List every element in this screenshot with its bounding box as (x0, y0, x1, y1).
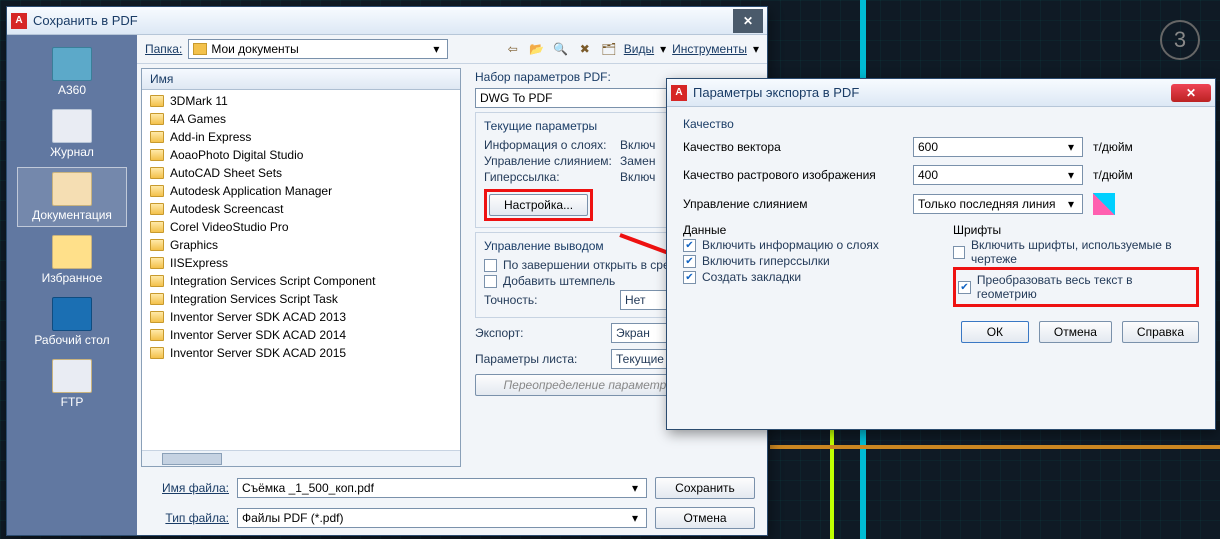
file-item[interactable]: Inventor Server SDK ACAD 2015 (142, 344, 460, 362)
include-fonts-checkbox[interactable]: Включить шрифты, используемые в чертеже (953, 237, 1199, 267)
file-item[interactable]: Integration Services Script Component (142, 272, 460, 290)
chevron-down-icon[interactable]: ▾ (660, 42, 666, 56)
dialog-title: Сохранить в PDF (33, 13, 733, 28)
up-folder-icon[interactable]: 📂 (528, 40, 546, 58)
file-item[interactable]: IISExpress (142, 254, 460, 272)
cancel-button[interactable]: Отмена (655, 507, 755, 529)
file-item[interactable]: Inventor Server SDK ACAD 2013 (142, 308, 460, 326)
app-logo-icon: A (671, 85, 687, 101)
place-documents[interactable]: Документация (17, 167, 127, 227)
raster-quality-label: Качество растрового изображения (683, 168, 903, 182)
checkbox-icon[interactable] (484, 259, 497, 272)
new-folder-icon[interactable]: 🗂 (600, 40, 618, 58)
filename-input[interactable]: Съёмка _1_500_коп.pdf▾ (237, 478, 647, 498)
file-item[interactable]: Integration Services Script Task (142, 290, 460, 308)
dialog-title: Параметры экспорта в PDF (693, 85, 1171, 100)
unit-label: т/дюйм (1093, 140, 1153, 154)
vector-quality-label: Качество вектора (683, 140, 903, 154)
folder-icon (150, 311, 164, 323)
folder-icon (150, 203, 164, 215)
highlight-convert-text: ✔Преобразовать весь текст в геометрию (953, 267, 1199, 307)
file-item[interactable]: 4A Games (142, 110, 460, 128)
file-item[interactable]: Inventor Server SDK ACAD 2014 (142, 326, 460, 344)
folder-icon (150, 275, 164, 287)
file-item[interactable]: 3DMark 11 (142, 92, 460, 110)
places-bar: A360 Журнал Документация Избранное Рабоч… (7, 35, 137, 535)
pdf-settings-button[interactable]: Настройка... (489, 194, 588, 216)
include-hyperlinks-checkbox[interactable]: ✔Включить гиперссылки (683, 253, 929, 269)
folder-icon (150, 257, 164, 269)
folder-combo[interactable]: Мои документы▾ (188, 39, 448, 59)
titlebar[interactable]: A Параметры экспорта в PDF ✕ (667, 79, 1215, 107)
folder-icon (150, 131, 164, 143)
folder-icon (150, 293, 164, 305)
file-item[interactable]: Corel VideoStudio Pro (142, 218, 460, 236)
vector-quality-combo[interactable]: 600▾ (913, 137, 1083, 157)
pdf-export-params-dialog: A Параметры экспорта в PDF ✕ Качество Ка… (666, 78, 1216, 430)
merge-control-label: Управление слиянием (683, 197, 903, 211)
folder-icon (150, 221, 164, 233)
delete-icon[interactable]: ✖ (576, 40, 594, 58)
checkbox-icon[interactable] (484, 275, 497, 288)
folder-icon (150, 113, 164, 125)
folder-icon (150, 185, 164, 197)
highlight-settings: Настройка... (484, 189, 593, 221)
folder-icon (150, 167, 164, 179)
h-scrollbar[interactable] (142, 450, 460, 466)
chevron-down-icon[interactable]: ▾ (753, 42, 759, 56)
ok-button[interactable]: ОК (961, 321, 1029, 343)
file-item[interactable]: Add-in Express (142, 128, 460, 146)
app-logo-icon: A (11, 13, 27, 29)
folder-icon (150, 239, 164, 251)
save-button[interactable]: Сохранить (655, 477, 755, 499)
folder-icon (193, 43, 207, 55)
file-list[interactable]: Имя 3DMark 114A GamesAdd-in ExpressAoaoP… (141, 68, 461, 467)
unit-label: т/дюйм (1093, 168, 1153, 182)
folder-icon (150, 329, 164, 341)
file-item[interactable]: Graphics (142, 236, 460, 254)
file-item[interactable]: Autodesk Application Manager (142, 182, 460, 200)
back-icon[interactable]: ⇦ (504, 40, 522, 58)
column-header-name[interactable]: Имя (142, 69, 460, 90)
close-icon[interactable]: ✕ (733, 9, 763, 33)
create-bookmarks-checkbox[interactable]: ✔Создать закладки (683, 269, 929, 285)
quality-group-label: Качество (683, 117, 1199, 131)
viewport-counter: 3 (1160, 20, 1200, 60)
merge-control-combo[interactable]: Только последняя линия▾ (913, 194, 1083, 214)
filetype-label: Тип файла: (149, 511, 229, 525)
fonts-group-label: Шрифты (953, 223, 1199, 237)
titlebar[interactable]: A Сохранить в PDF ✕ (7, 7, 767, 35)
include-layers-checkbox[interactable]: ✔Включить информацию о слоях (683, 237, 929, 253)
folder-icon (150, 149, 164, 161)
save-pdf-dialog: A Сохранить в PDF ✕ A360 Журнал Документ… (6, 6, 768, 536)
raster-quality-combo[interactable]: 400▾ (913, 165, 1083, 185)
merge-preview-icon (1093, 193, 1115, 215)
tools-menu[interactable]: Инструменты (672, 42, 747, 56)
place-favorites[interactable]: Избранное (17, 231, 127, 289)
filetype-combo[interactable]: Файлы PDF (*.pdf)▾ (237, 508, 647, 528)
place-a360[interactable]: A360 (17, 43, 127, 101)
help-button[interactable]: Справка (1122, 321, 1199, 343)
place-desktop[interactable]: Рабочий стол (17, 293, 127, 351)
folder-label: Папка: (145, 42, 182, 56)
file-item[interactable]: Autodesk Screencast (142, 200, 460, 218)
chevron-down-icon: ▾ (429, 42, 443, 56)
place-ftp[interactable]: FTP (17, 355, 127, 413)
folder-icon (150, 95, 164, 107)
views-menu[interactable]: Виды (624, 42, 654, 56)
cancel-button[interactable]: Отмена (1039, 321, 1112, 343)
file-item[interactable]: AutoCAD Sheet Sets (142, 164, 460, 182)
file-item[interactable]: AoaoPhoto Digital Studio (142, 146, 460, 164)
folder-icon (150, 347, 164, 359)
convert-text-checkbox[interactable]: ✔Преобразовать весь текст в геометрию (958, 272, 1194, 302)
data-group-label: Данные (683, 223, 929, 237)
place-journal[interactable]: Журнал (17, 105, 127, 163)
search-web-icon[interactable]: 🔍 (552, 40, 570, 58)
close-icon[interactable]: ✕ (1171, 84, 1211, 102)
filename-label: Имя файла: (149, 481, 229, 495)
